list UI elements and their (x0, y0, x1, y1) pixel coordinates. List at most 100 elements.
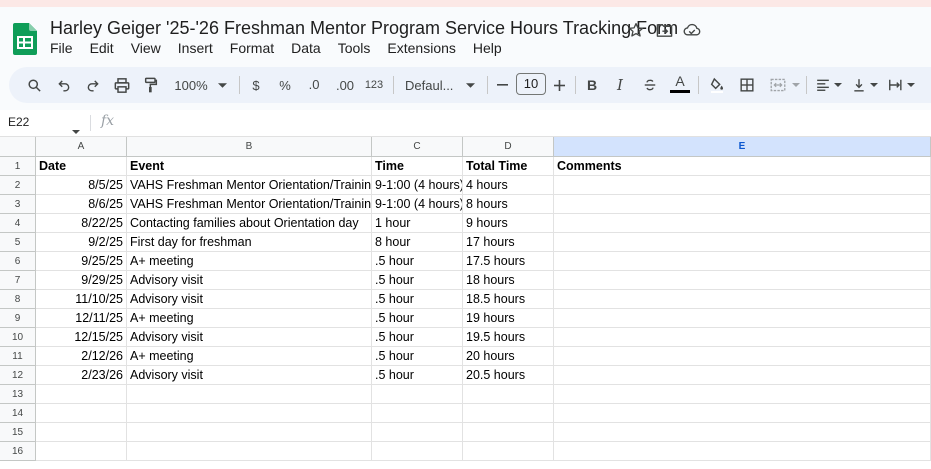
table-cell-e12[interactable] (554, 366, 931, 385)
empty-cell-e16[interactable] (554, 442, 931, 461)
table-cell-e5[interactable] (554, 233, 931, 252)
table-cell-c9[interactable]: .5 hour (372, 309, 463, 328)
column-header-b[interactable]: B (127, 137, 372, 157)
table-cell-e2[interactable] (554, 176, 931, 195)
empty-cell-a15[interactable] (36, 423, 127, 442)
table-cell-d12[interactable]: 20.5 hours (463, 366, 554, 385)
table-cell-a7[interactable]: 9/29/25 (36, 271, 127, 290)
table-cell-a3[interactable]: 8/6/25 (36, 195, 127, 214)
search-icon[interactable] (23, 67, 45, 103)
row-header-12[interactable]: 12 (0, 366, 36, 385)
table-cell-c5[interactable]: 8 hour (372, 233, 463, 252)
font-dropdown-icon[interactable] (464, 67, 476, 103)
document-title[interactable]: Harley Geiger '25-'26 Freshman Mentor Pr… (50, 18, 678, 39)
empty-cell-c13[interactable] (372, 385, 463, 404)
empty-cell-d16[interactable] (463, 442, 554, 461)
decrease-decimal-button[interactable]: .0 (304, 67, 324, 103)
row-header-8[interactable]: 8 (0, 290, 36, 309)
table-cell-a8[interactable]: 11/10/25 (36, 290, 127, 309)
table-cell-d11[interactable]: 20 hours (463, 347, 554, 366)
table-cell-b6[interactable]: A+ meeting (127, 252, 372, 271)
row-header-11[interactable]: 11 (0, 347, 36, 366)
merge-icon[interactable] (767, 67, 789, 103)
menu-tools[interactable]: Tools (338, 40, 379, 56)
table-cell-b8[interactable]: Advisory visit (127, 290, 372, 309)
row-header-9[interactable]: 9 (0, 309, 36, 328)
empty-cell-b16[interactable] (127, 442, 372, 461)
table-cell-b3[interactable]: VAHS Freshman Mentor Orientation/Trainin… (127, 195, 372, 214)
table-cell-b11[interactable]: A+ meeting (127, 347, 372, 366)
zoom-select[interactable]: 100% (169, 67, 213, 103)
table-cell-a6[interactable]: 9/25/25 (36, 252, 127, 271)
empty-cell-b13[interactable] (127, 385, 372, 404)
table-cell-e11[interactable] (554, 347, 931, 366)
paint-format-icon[interactable] (141, 67, 161, 103)
cloud-status-icon[interactable] (683, 21, 701, 39)
menu-edit[interactable]: Edit (90, 40, 122, 56)
table-cell-d7[interactable]: 18 hours (463, 271, 554, 290)
row-header-4[interactable]: 4 (0, 214, 36, 233)
header-cell-e[interactable]: Comments (554, 157, 931, 176)
formula-input[interactable] (125, 110, 925, 136)
row-header-14[interactable]: 14 (0, 404, 36, 423)
table-cell-d3[interactable]: 8 hours (463, 195, 554, 214)
star-icon[interactable] (627, 21, 645, 39)
row-header-10[interactable]: 10 (0, 328, 36, 347)
table-cell-d4[interactable]: 9 hours (463, 214, 554, 233)
italic-button[interactable]: I (613, 67, 627, 103)
table-cell-c3[interactable]: 9-1:00 (4 hours) (372, 195, 463, 214)
header-cell-d[interactable]: Total Time (463, 157, 554, 176)
header-cell-c[interactable]: Time (372, 157, 463, 176)
menu-format[interactable]: Format (230, 40, 282, 56)
row-header-3[interactable]: 3 (0, 195, 36, 214)
table-cell-d6[interactable]: 17.5 hours (463, 252, 554, 271)
table-cell-d9[interactable]: 19 hours (463, 309, 554, 328)
borders-icon[interactable] (737, 67, 757, 103)
move-folder-icon[interactable] (655, 21, 673, 39)
menu-help[interactable]: Help (473, 40, 510, 56)
empty-cell-b14[interactable] (127, 404, 372, 423)
table-cell-b4[interactable]: Contacting families about Orientation da… (127, 214, 372, 233)
table-cell-e6[interactable] (554, 252, 931, 271)
menu-file[interactable]: File (50, 40, 81, 56)
text-wrap-dropdown-icon[interactable] (906, 67, 916, 103)
table-cell-a5[interactable]: 9/2/25 (36, 233, 127, 252)
table-cell-c11[interactable]: .5 hour (372, 347, 463, 366)
text-wrap-icon[interactable] (885, 67, 905, 103)
sheets-logo-icon[interactable] (13, 23, 37, 55)
zoom-dropdown-icon[interactable] (216, 67, 228, 103)
table-cell-e9[interactable] (554, 309, 931, 328)
redo-icon[interactable] (83, 67, 103, 103)
table-cell-c8[interactable]: .5 hour (372, 290, 463, 309)
empty-cell-e15[interactable] (554, 423, 931, 442)
menu-data[interactable]: Data (291, 40, 329, 56)
undo-icon[interactable] (54, 67, 74, 103)
table-cell-e10[interactable] (554, 328, 931, 347)
valign-icon[interactable] (850, 67, 868, 103)
empty-cell-c15[interactable] (372, 423, 463, 442)
menu-view[interactable]: View (131, 40, 169, 56)
row-header-2[interactable]: 2 (0, 176, 36, 195)
empty-cell-d14[interactable] (463, 404, 554, 423)
table-cell-b2[interactable]: VAHS Freshman Mentor Orientation/Trainin… (127, 176, 372, 195)
row-header-5[interactable]: 5 (0, 233, 36, 252)
table-cell-a2[interactable]: 8/5/25 (36, 176, 127, 195)
empty-cell-e14[interactable] (554, 404, 931, 423)
row-header-15[interactable]: 15 (0, 423, 36, 442)
valign-dropdown-icon[interactable] (869, 67, 879, 103)
table-cell-c2[interactable]: 9-1:00 (4 hours) (372, 176, 463, 195)
table-cell-d2[interactable]: 4 hours (463, 176, 554, 195)
increase-decimal-button[interactable]: .00 (333, 67, 357, 103)
increase-font-size-icon[interactable] (552, 67, 566, 103)
name-box[interactable]: E22 (8, 115, 29, 129)
font-size-input[interactable]: 10 (516, 73, 546, 95)
text-color-button[interactable]: A (669, 67, 691, 103)
number-format-button[interactable]: 123 (362, 67, 386, 103)
strikethrough-icon[interactable] (641, 67, 659, 103)
table-cell-b5[interactable]: First day for freshman (127, 233, 372, 252)
table-cell-e7[interactable] (554, 271, 931, 290)
table-cell-b12[interactable]: Advisory visit (127, 366, 372, 385)
column-header-a[interactable]: A (36, 137, 127, 157)
table-cell-b9[interactable]: A+ meeting (127, 309, 372, 328)
table-cell-c12[interactable]: .5 hour (372, 366, 463, 385)
